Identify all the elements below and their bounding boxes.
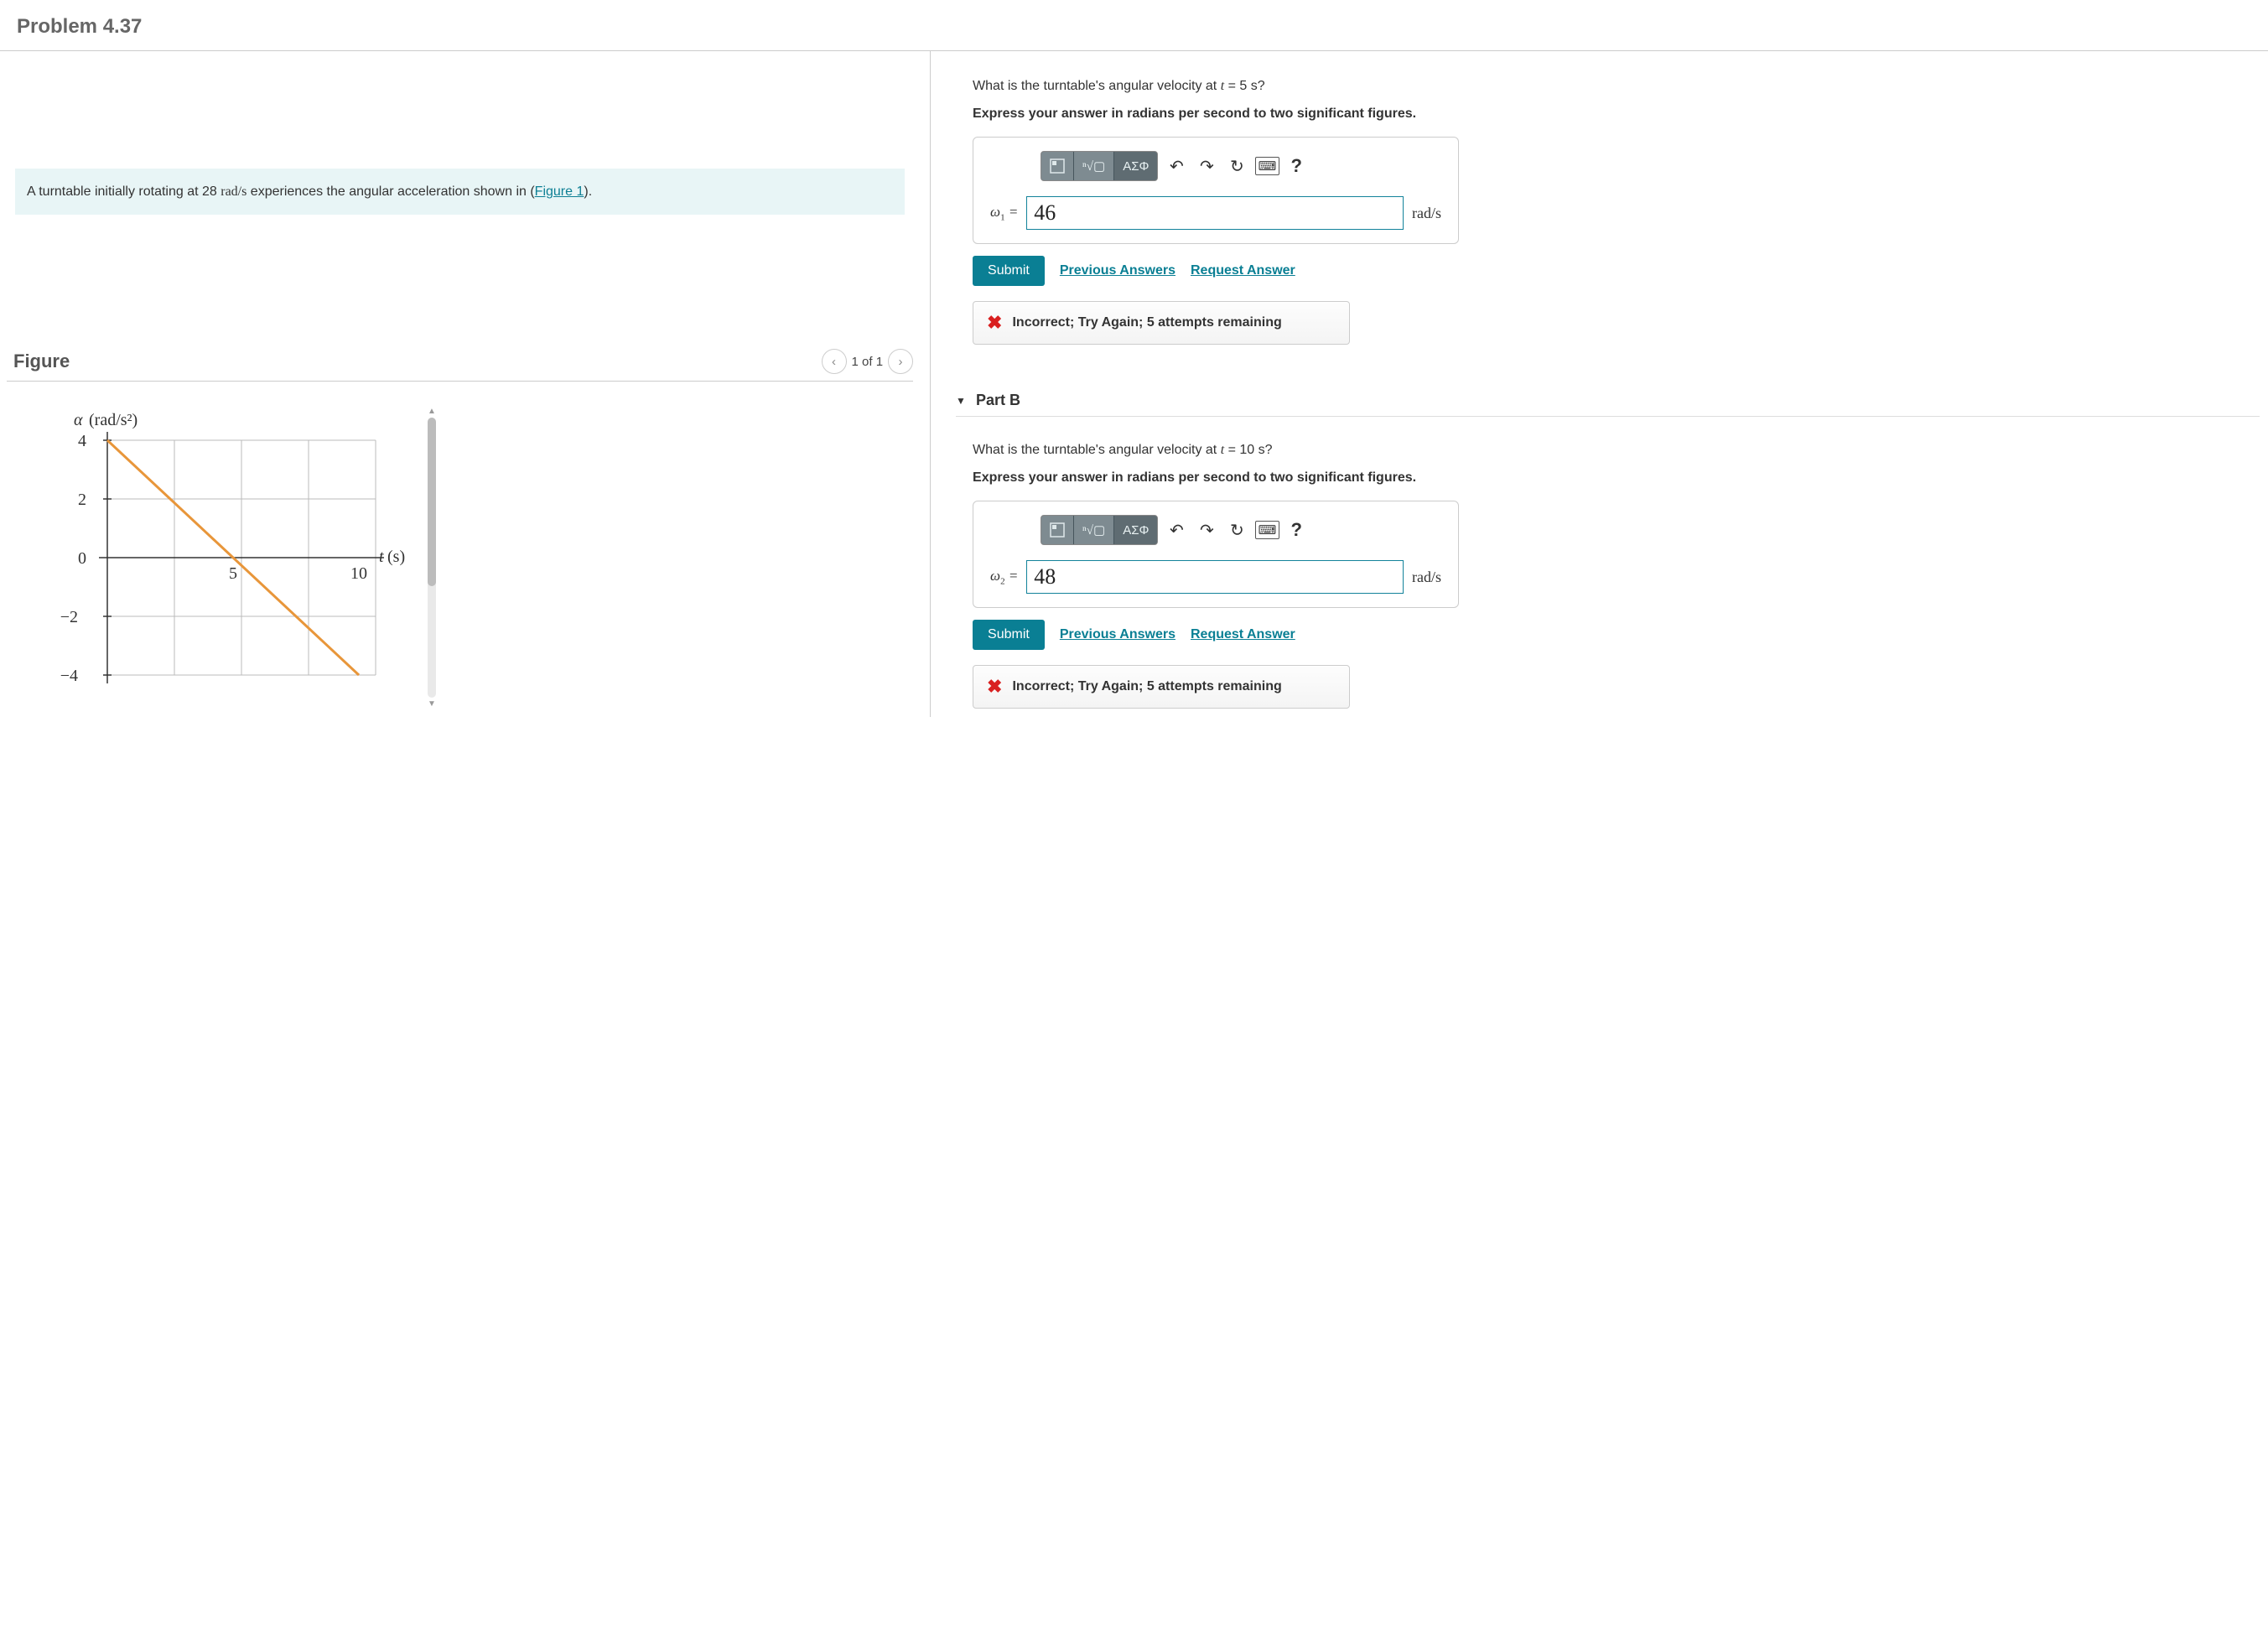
redo-button[interactable]: ↷ bbox=[1195, 154, 1218, 178]
keyboard-button[interactable]: ⌨ bbox=[1255, 518, 1279, 542]
figure-chart: α (rad/s²) 4 2 0 −2 −4 5 10 t (s) bbox=[40, 407, 409, 709]
partB-submit-button[interactable]: Submit bbox=[973, 620, 1045, 650]
figure-next-button[interactable]: › bbox=[888, 349, 913, 374]
partB-feedback: ✖ Incorrect; Try Again; 5 attempts remai… bbox=[973, 665, 1350, 709]
svg-text:0: 0 bbox=[78, 549, 86, 568]
undo-icon: ↶ bbox=[1170, 156, 1184, 177]
partA-toolbar: ⁿ√▢ ΑΣΦ ↶ ↷ ↻ ⌨ ? bbox=[990, 151, 1441, 181]
partA-answer-box: ⁿ√▢ ΑΣΦ ↶ ↷ ↻ ⌨ ? ω1 = rad/s bbox=[973, 137, 1459, 244]
help-icon: ? bbox=[1290, 519, 1301, 540]
partB-answer-input[interactable] bbox=[1026, 560, 1404, 594]
partB-question-post: = 10 s? bbox=[1224, 443, 1272, 457]
svg-text:2: 2 bbox=[78, 491, 86, 509]
template-icon bbox=[1050, 158, 1065, 174]
incorrect-icon: ✖ bbox=[987, 312, 1002, 334]
collapse-icon: ▼ bbox=[956, 395, 966, 407]
partB-answer-box: ⁿ√▢ ΑΣΦ ↶ ↷ ↻ ⌨ ? ω2 = rad/s bbox=[973, 501, 1459, 608]
keyboard-icon: ⌨ bbox=[1255, 521, 1280, 539]
problem-text-end: ). bbox=[584, 184, 592, 199]
partB-question: What is the turntable's angular velocity… bbox=[973, 440, 2260, 460]
partB-question-pre: What is the turntable's angular velocity… bbox=[973, 443, 1221, 457]
figure-prev-button[interactable]: ‹ bbox=[822, 349, 847, 374]
partB-toolbar: ⁿ√▢ ΑΣΦ ↶ ↷ ↻ ⌨ ? bbox=[990, 515, 1441, 545]
greek-letters-button[interactable]: ΑΣΦ bbox=[1114, 516, 1157, 544]
problem-text-pre: A turntable initially rotating at 28 bbox=[27, 184, 221, 199]
svg-text:5: 5 bbox=[229, 564, 237, 583]
keyboard-button[interactable]: ⌨ bbox=[1255, 154, 1279, 178]
svg-text:4: 4 bbox=[78, 432, 86, 450]
greek-letters-button[interactable]: ΑΣΦ bbox=[1114, 152, 1157, 180]
keyboard-icon: ⌨ bbox=[1255, 157, 1280, 175]
partA-question: What is the turntable's angular velocity… bbox=[973, 76, 2260, 96]
root-icon: ⁿ√▢ bbox=[1082, 158, 1105, 174]
redo-icon: ↷ bbox=[1200, 520, 1214, 541]
reset-icon: ↻ bbox=[1230, 520, 1244, 541]
redo-button[interactable]: ↷ bbox=[1195, 518, 1218, 542]
partB-variable: ω2 = bbox=[990, 568, 1018, 586]
undo-button[interactable]: ↶ bbox=[1165, 518, 1188, 542]
reset-button[interactable]: ↻ bbox=[1225, 518, 1248, 542]
partB-unit: rad/s bbox=[1412, 569, 1441, 586]
partB-previous-answers-link[interactable]: Previous Answers bbox=[1060, 627, 1176, 642]
incorrect-icon: ✖ bbox=[987, 676, 1002, 698]
svg-text:t: t bbox=[379, 548, 384, 566]
template-picker-button[interactable] bbox=[1041, 152, 1074, 180]
svg-text:−2: −2 bbox=[60, 608, 78, 626]
help-button[interactable]: ? bbox=[1290, 519, 1301, 541]
svg-text:α: α bbox=[74, 411, 83, 429]
partB-feedback-text: Incorrect; Try Again; 5 attempts remaini… bbox=[1012, 679, 1281, 694]
undo-icon: ↶ bbox=[1170, 520, 1184, 541]
partA-submit-button[interactable]: Submit bbox=[973, 256, 1045, 286]
partB-title: Part B bbox=[976, 392, 1020, 409]
partA-variable: ω1 = bbox=[990, 204, 1018, 222]
partB-instruction: Express your answer in radians per secon… bbox=[973, 470, 2260, 486]
partA-answer-input[interactable] bbox=[1026, 196, 1404, 230]
chevron-left-icon: ‹ bbox=[832, 355, 836, 369]
root-icon: ⁿ√▢ bbox=[1082, 522, 1105, 538]
partB-request-answer-link[interactable]: Request Answer bbox=[1191, 627, 1295, 642]
figure-pager-label: 1 of 1 bbox=[852, 355, 884, 369]
undo-button[interactable]: ↶ bbox=[1165, 154, 1188, 178]
chevron-right-icon: › bbox=[899, 355, 903, 369]
scroll-up-icon: ▲ bbox=[428, 407, 436, 416]
template-picker-button[interactable] bbox=[1041, 516, 1074, 544]
problem-text-post: experiences the angular acceleration sho… bbox=[247, 184, 534, 199]
svg-text:10: 10 bbox=[350, 564, 367, 583]
figure-heading: Figure bbox=[13, 351, 70, 372]
figure-link[interactable]: Figure 1 bbox=[535, 184, 584, 199]
partA-request-answer-link[interactable]: Request Answer bbox=[1191, 263, 1295, 278]
partB-header[interactable]: ▼ Part B bbox=[956, 385, 2260, 417]
svg-text:−4: −4 bbox=[60, 667, 78, 685]
partA-previous-answers-link[interactable]: Previous Answers bbox=[1060, 263, 1176, 278]
scroll-down-icon: ▼ bbox=[428, 699, 436, 709]
reset-icon: ↻ bbox=[1230, 156, 1244, 177]
partA-unit: rad/s bbox=[1412, 205, 1441, 222]
figure-scrollbar[interactable]: ▲ ▼ bbox=[424, 407, 439, 709]
problem-units: rad/s bbox=[221, 184, 247, 199]
reset-button[interactable]: ↻ bbox=[1225, 154, 1248, 178]
math-root-button[interactable]: ⁿ√▢ bbox=[1074, 152, 1114, 180]
partA-instruction: Express your answer in radians per secon… bbox=[973, 106, 2260, 122]
math-root-button[interactable]: ⁿ√▢ bbox=[1074, 516, 1114, 544]
page-title: Problem 4.37 bbox=[0, 0, 2268, 50]
svg-text:(s): (s) bbox=[387, 548, 405, 566]
template-icon bbox=[1050, 522, 1065, 538]
partA-feedback-text: Incorrect; Try Again; 5 attempts remaini… bbox=[1012, 315, 1281, 330]
partA-question-post: = 5 s? bbox=[1224, 79, 1264, 93]
redo-icon: ↷ bbox=[1200, 156, 1214, 177]
problem-statement: A turntable initially rotating at 28 rad… bbox=[15, 169, 905, 215]
partA-feedback: ✖ Incorrect; Try Again; 5 attempts remai… bbox=[973, 301, 1350, 345]
help-icon: ? bbox=[1290, 155, 1301, 176]
svg-text:(rad/s²): (rad/s²) bbox=[89, 411, 138, 429]
help-button[interactable]: ? bbox=[1290, 155, 1301, 177]
partA-question-pre: What is the turntable's angular velocity… bbox=[973, 79, 1221, 93]
